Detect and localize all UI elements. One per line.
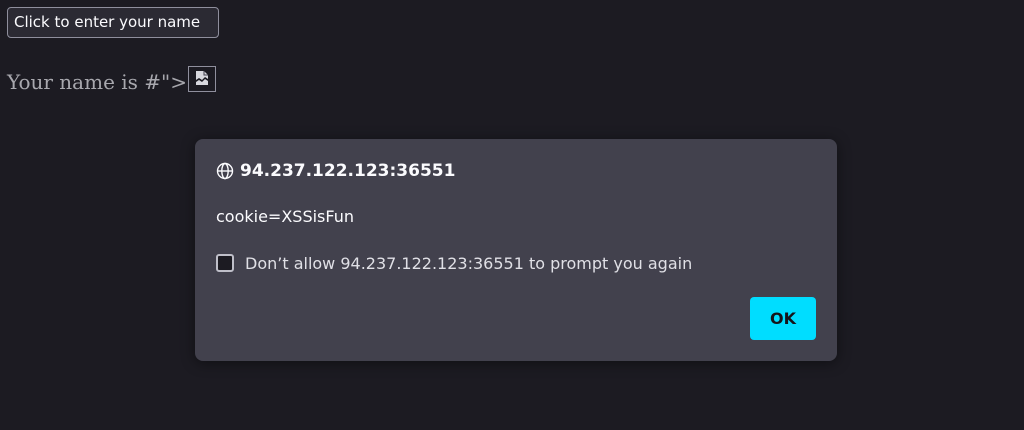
name-display: Your name is #"> (7, 66, 216, 94)
dont-allow-prompt-checkbox[interactable] (216, 254, 234, 272)
ok-button[interactable]: OK (750, 297, 816, 340)
broken-image-icon (188, 66, 216, 92)
dialog-message: cookie=XSSisFun (216, 207, 354, 226)
dont-allow-prompt-label[interactable]: Don’t allow 94.237.122.123:36551 to prom… (245, 254, 692, 273)
globe-icon (216, 162, 234, 180)
dialog-title: 94.237.122.123:36551 (216, 160, 455, 182)
dialog-origin: 94.237.122.123:36551 (240, 161, 456, 181)
enter-name-button[interactable]: Click to enter your name (7, 7, 219, 38)
dont-allow-prompt-row[interactable]: Don’t allow 94.237.122.123:36551 to prom… (216, 253, 692, 273)
name-text: Your name is #"> (7, 70, 187, 94)
alert-dialog: 94.237.122.123:36551 cookie=XSSisFun Don… (195, 139, 837, 361)
